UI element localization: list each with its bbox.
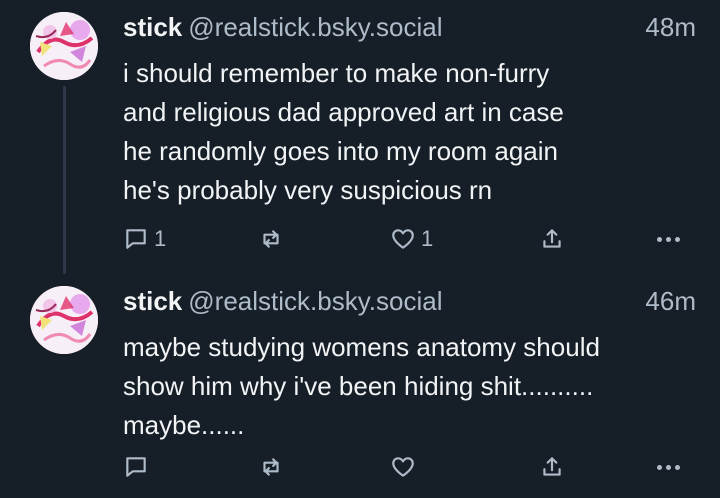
like-icon — [392, 457, 414, 477]
share-icon — [543, 229, 561, 248]
share-icon — [543, 457, 561, 476]
repost-button[interactable] — [258, 450, 289, 484]
post[interactable]: stick @realstick.bsky.social 46m maybe st… — [0, 282, 720, 498]
post-text: maybe studying womens anatomy should sho… — [123, 332, 600, 440]
more-options-button[interactable] — [657, 450, 680, 484]
post-text: i should remember to make non-furry and … — [123, 58, 564, 205]
like-button[interactable]: 1 — [390, 222, 433, 256]
more-options-button[interactable] — [657, 222, 680, 256]
share-button[interactable] — [539, 450, 565, 484]
more-icon — [657, 236, 680, 242]
handle[interactable]: @realstick.bsky.social — [188, 12, 442, 42]
avatar[interactable] — [30, 12, 98, 80]
avatar-art-icon — [30, 12, 98, 80]
repost-icon — [263, 230, 279, 248]
avatar-art-icon — [30, 286, 98, 354]
post-actions — [123, 450, 693, 484]
handle[interactable]: @realstick.bsky.social — [188, 286, 442, 316]
like-count: 1 — [421, 226, 434, 251]
post-actions: 1 1 — [123, 222, 693, 256]
reply-button[interactable] — [123, 450, 154, 484]
timestamp[interactable]: 48m — [645, 10, 696, 44]
post-header: stick @realstick.bsky.social 46m — [123, 284, 696, 318]
repost-icon — [263, 458, 279, 476]
thread-line — [63, 86, 66, 274]
display-name[interactable]: stick — [123, 286, 182, 316]
timestamp[interactable]: 46m — [645, 284, 696, 318]
post-header: stick @realstick.bsky.social 48m — [123, 10, 696, 44]
reply-icon — [126, 457, 146, 477]
display-name[interactable]: stick — [123, 12, 182, 42]
like-icon — [392, 229, 414, 249]
reply-count: 1 — [154, 226, 167, 251]
avatar[interactable] — [30, 286, 98, 354]
share-button[interactable] — [539, 222, 565, 256]
more-icon — [657, 464, 680, 470]
reply-icon — [126, 229, 146, 249]
reply-button[interactable]: 1 — [123, 222, 166, 256]
like-button[interactable] — [390, 450, 421, 484]
post[interactable]: stick @realstick.bsky.social 48m i should… — [0, 0, 720, 282]
repost-button[interactable] — [258, 222, 289, 256]
